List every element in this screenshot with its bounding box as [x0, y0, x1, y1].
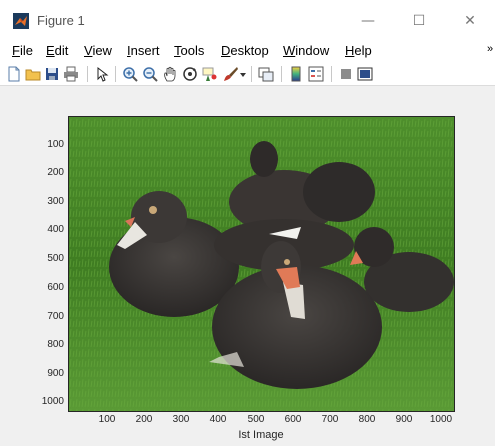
- toolbar-separator: [281, 66, 282, 82]
- menu-edit[interactable]: Edit: [46, 43, 68, 58]
- y-tick-label: 200: [47, 167, 64, 178]
- menu-file[interactable]: File: [12, 43, 33, 58]
- open-file-icon[interactable]: [25, 66, 41, 82]
- x-tick-label: 1000: [429, 414, 453, 425]
- y-tick-label: 100: [47, 139, 64, 150]
- zoom-out-icon[interactable]: [142, 66, 158, 82]
- y-tick-label: 400: [47, 224, 64, 235]
- link-plot-icon[interactable]: [258, 66, 274, 82]
- x-tick-label: 500: [247, 414, 265, 425]
- y-tick-label: 600: [47, 282, 64, 293]
- y-tick-label: 700: [47, 311, 64, 322]
- pointer-icon[interactable]: [94, 66, 110, 82]
- menu-view[interactable]: View: [84, 43, 112, 58]
- toolbar-separator: [251, 66, 252, 82]
- menu-bar: File Edit View Insert Tools Desktop Wind…: [0, 41, 495, 62]
- image-axes[interactable]: [68, 116, 455, 412]
- toolbar-separator: [115, 66, 116, 82]
- figure-toolbar: [0, 63, 495, 86]
- menu-overflow-icon[interactable]: »: [487, 43, 493, 55]
- save-icon[interactable]: [44, 66, 60, 82]
- colorbar-icon[interactable]: [288, 66, 304, 82]
- y-tick-label: 1000: [41, 396, 64, 407]
- hide-plot-tools-icon[interactable]: [338, 66, 354, 82]
- matlab-logo-icon: [13, 13, 29, 29]
- y-tick-label: 800: [47, 339, 64, 350]
- duck-photo: [69, 117, 454, 411]
- new-figure-icon[interactable]: [6, 66, 22, 82]
- menu-window[interactable]: Window: [283, 43, 329, 58]
- legend-icon[interactable]: [308, 66, 324, 82]
- x-tick-label: 100: [98, 414, 116, 425]
- x-tick-label: 900: [395, 414, 413, 425]
- y-tick-label: 900: [47, 368, 64, 379]
- menu-insert[interactable]: Insert: [127, 43, 160, 58]
- menu-tools[interactable]: Tools: [174, 43, 204, 58]
- print-icon[interactable]: [63, 66, 79, 82]
- x-tick-label: 600: [284, 414, 302, 425]
- maximize-button[interactable]: ☐: [407, 9, 431, 33]
- brush-icon[interactable]: [223, 66, 239, 82]
- toolbar-separator: [87, 66, 88, 82]
- x-tick-label: 300: [172, 414, 190, 425]
- menu-help[interactable]: Help: [345, 43, 372, 58]
- pan-icon[interactable]: [162, 66, 178, 82]
- close-button[interactable]: ✕: [458, 9, 482, 33]
- chevron-down-icon[interactable]: [240, 73, 246, 78]
- x-tick-label: 800: [358, 414, 376, 425]
- window-title: Figure 1: [37, 13, 85, 28]
- y-tick-label: 300: [47, 196, 64, 207]
- show-plot-tools-icon[interactable]: [357, 66, 373, 82]
- title-bar: Figure 1 — ☐ ✕: [0, 0, 495, 40]
- zoom-in-icon[interactable]: [122, 66, 138, 82]
- x-tick-label: 700: [321, 414, 339, 425]
- data-cursor-icon[interactable]: [202, 66, 218, 82]
- menu-desktop[interactable]: Desktop: [221, 43, 269, 58]
- rotate-3d-icon[interactable]: [182, 66, 198, 82]
- x-axis-label: Ist Image: [238, 429, 284, 441]
- minimize-button[interactable]: —: [356, 9, 380, 33]
- x-tick-label: 400: [209, 414, 227, 425]
- y-tick-label: 500: [47, 253, 64, 264]
- x-tick-label: 200: [135, 414, 153, 425]
- toolbar-separator: [331, 66, 332, 82]
